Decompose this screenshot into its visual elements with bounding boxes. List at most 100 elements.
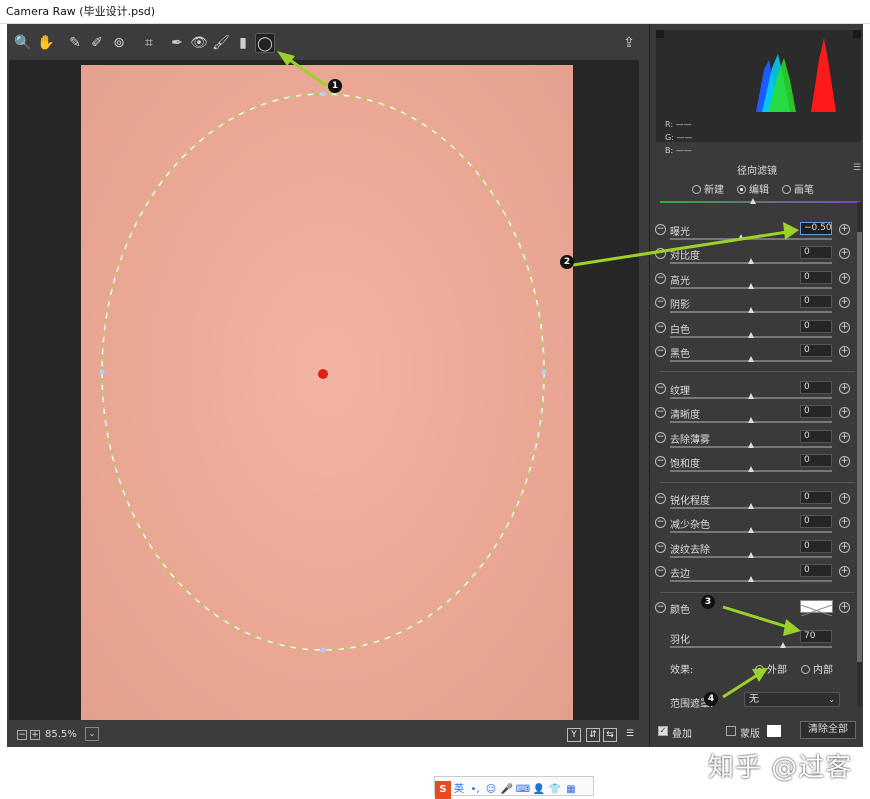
graduated-filter-icon[interactable]: ▮ <box>233 33 253 53</box>
mode-new[interactable]: 新建 <box>692 181 724 196</box>
view-compare-icon[interactable]: ⇵ <box>586 728 600 742</box>
zoom-in-button[interactable]: + <box>30 730 40 740</box>
slider-track[interactable] <box>670 238 832 240</box>
slider-value[interactable]: 0 <box>800 491 832 504</box>
slider-thumb[interactable] <box>748 466 754 472</box>
plus-icon[interactable]: + <box>839 493 850 504</box>
radial-filter-icon[interactable]: ◯ <box>255 33 275 53</box>
mode-brush[interactable]: 画笔 <box>782 181 814 196</box>
slider-thumb[interactable] <box>748 576 754 582</box>
minus-icon[interactable]: − <box>655 493 666 504</box>
slider-value[interactable]: −0.50 <box>800 222 832 235</box>
plus-icon[interactable]: + <box>839 273 850 284</box>
mask-color-swatch[interactable] <box>767 725 781 737</box>
slider-thumb[interactable] <box>748 417 754 423</box>
plus-icon[interactable]: + <box>839 322 850 333</box>
emoji-icon[interactable]: ☺ <box>483 781 499 799</box>
slider-value[interactable]: 0 <box>800 430 832 443</box>
slider-thumb[interactable] <box>748 552 754 558</box>
overlay-checkbox[interactable]: ✓ <box>658 726 668 736</box>
plus-icon[interactable]: + <box>839 224 850 235</box>
plus-icon[interactable]: + <box>839 432 850 443</box>
slider-value[interactable]: 0 <box>800 344 832 357</box>
adjustment-brush-icon[interactable]: 🖌 <box>211 33 231 53</box>
slider-thumb[interactable] <box>748 332 754 338</box>
effect-inside[interactable]: 内部 <box>801 661 833 676</box>
feather-value[interactable]: 70 <box>800 630 832 643</box>
minus-icon[interactable]: − <box>655 432 666 443</box>
color-swatch[interactable] <box>800 600 833 617</box>
open-preferences-icon[interactable]: ⇪ <box>619 33 639 53</box>
plus-icon[interactable]: + <box>839 517 850 528</box>
targeted-adjust-icon[interactable]: ⊚ <box>109 33 129 53</box>
minus-icon[interactable]: − <box>655 273 666 284</box>
minus-icon[interactable]: − <box>655 322 666 333</box>
plus-icon[interactable]: + <box>839 297 850 308</box>
clear-all-button[interactable]: 清除全部 <box>800 721 856 739</box>
slider-thumb[interactable] <box>748 503 754 509</box>
plus-icon[interactable]: + <box>839 383 850 394</box>
slider-value[interactable]: 0 <box>800 405 832 418</box>
plus-icon[interactable]: + <box>839 407 850 418</box>
minus-icon[interactable]: − <box>655 407 666 418</box>
plus-icon[interactable]: + <box>839 248 850 259</box>
minus-icon[interactable]: − <box>655 566 666 577</box>
slider-thumb[interactable] <box>748 442 754 448</box>
slider-value[interactable]: 0 <box>800 515 832 528</box>
slider-thumb[interactable] <box>748 307 754 313</box>
feather-track[interactable] <box>670 646 832 648</box>
slider-thumb[interactable] <box>748 393 754 399</box>
slider-value[interactable]: 0 <box>800 454 832 467</box>
minus-icon[interactable]: − <box>655 542 666 553</box>
plus-icon[interactable]: + <box>839 542 850 553</box>
plus-icon[interactable]: + <box>839 346 850 357</box>
zoom-dropdown[interactable]: ⌄ <box>85 727 99 741</box>
minus-icon[interactable]: − <box>655 224 666 235</box>
punctuation-icon[interactable]: •, <box>467 781 483 799</box>
color-sampler-icon[interactable]: ✐ <box>87 33 107 53</box>
mode-edit[interactable]: 编辑 <box>737 181 769 196</box>
slider-thumb[interactable] <box>748 258 754 264</box>
view-swap-icon[interactable]: ⇆ <box>603 728 617 742</box>
sogou-logo-icon[interactable]: S <box>435 781 451 799</box>
spot-removal-icon[interactable]: ✒ <box>167 33 187 53</box>
user-icon[interactable]: 👤 <box>531 781 547 799</box>
zoom-out-button[interactable]: − <box>17 730 27 740</box>
slider-value[interactable]: 0 <box>800 381 832 394</box>
minus-icon[interactable]: − <box>655 346 666 357</box>
mask-checkbox[interactable] <box>726 726 736 736</box>
minus-icon[interactable]: − <box>655 248 666 259</box>
white-balance-icon[interactable]: ✎ <box>65 33 85 53</box>
minus-icon[interactable]: − <box>655 383 666 394</box>
minus-icon[interactable]: − <box>655 297 666 308</box>
hand-icon[interactable]: ✋ <box>36 33 56 53</box>
feather-thumb[interactable] <box>780 642 786 648</box>
view-settings-icon[interactable]: ☰ <box>623 728 637 742</box>
effect-outside[interactable]: 外部 <box>755 661 787 676</box>
slider-thumb[interactable] <box>748 283 754 289</box>
color-plus-icon[interactable]: + <box>839 602 850 613</box>
slider-value[interactable]: 0 <box>800 320 832 333</box>
crop-icon[interactable]: ⌗ <box>139 33 159 53</box>
ime-lang[interactable]: 英 <box>451 781 467 799</box>
grid-icon[interactable]: ▦ <box>563 781 579 799</box>
color-minus-icon[interactable]: − <box>655 602 666 613</box>
slider-thumb[interactable] <box>748 527 754 533</box>
slider-thumb[interactable] <box>738 234 744 240</box>
minus-icon[interactable]: − <box>655 456 666 467</box>
slider-value[interactable]: 0 <box>800 540 832 553</box>
view-y-button[interactable]: Y <box>567 728 581 742</box>
zoom-icon[interactable]: 🔍 <box>13 33 33 53</box>
slider-value[interactable]: 0 <box>800 564 832 577</box>
red-eye-icon[interactable]: 👁 <box>189 33 209 53</box>
range-mask-select[interactable]: 无 ⌄ <box>744 692 840 707</box>
slider-value[interactable]: 0 <box>800 246 832 259</box>
plus-icon[interactable]: + <box>839 456 850 467</box>
slider-value[interactable]: 0 <box>800 295 832 308</box>
keyboard-icon[interactable]: ⌨ <box>515 781 531 799</box>
mic-icon[interactable]: 🎤 <box>499 781 515 799</box>
radial-filter-overlay[interactable] <box>9 60 639 720</box>
skin-icon[interactable]: 👕 <box>547 781 563 799</box>
minus-icon[interactable]: − <box>655 517 666 528</box>
panel-menu-icon[interactable]: ☰ <box>853 163 861 173</box>
